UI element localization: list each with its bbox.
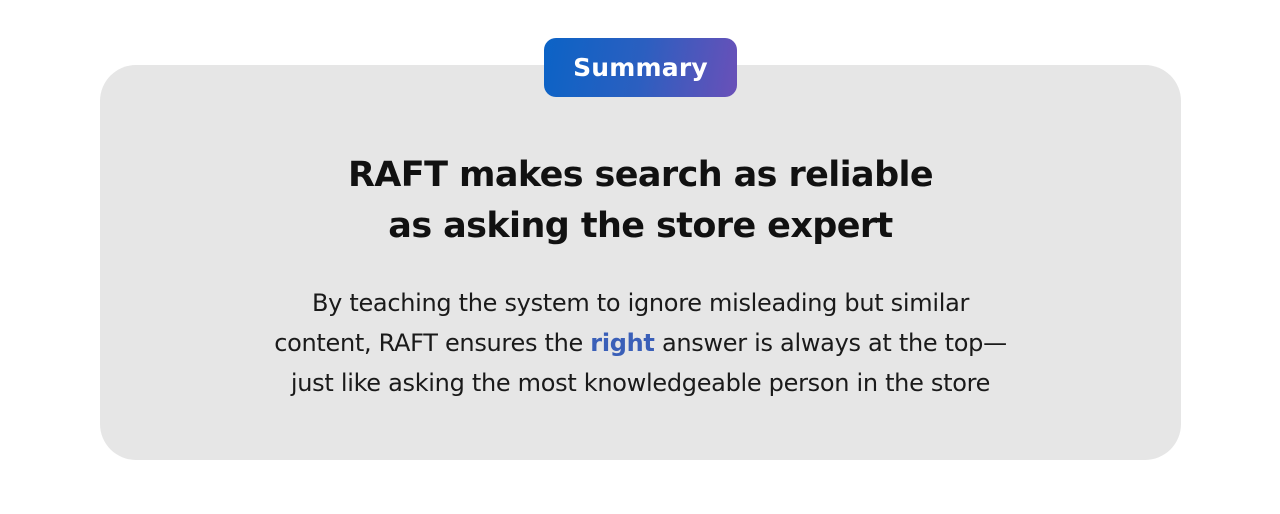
body-line-2: content, RAFT ensures the right answer i… xyxy=(100,323,1181,363)
headline-line-1: RAFT makes search as reliable xyxy=(347,155,934,195)
body-line-3: just like asking the most knowledgeable … xyxy=(290,369,991,397)
body-line-2-end: answer is always at the top— xyxy=(654,329,1007,357)
summary-body: By teaching the system to ignore mislead… xyxy=(100,283,1181,403)
body-emphasis-right: right xyxy=(590,329,655,357)
summary-badge: Summary xyxy=(544,38,737,97)
body-line-1: By teaching the system to ignore mislead… xyxy=(311,289,970,317)
summary-badge-label: Summary xyxy=(573,53,708,82)
headline: RAFT makes search as reliable as asking … xyxy=(100,150,1181,252)
headline-line-2: as asking the store expert xyxy=(388,206,893,246)
body-line-2-start: content, RAFT ensures the xyxy=(274,329,591,357)
